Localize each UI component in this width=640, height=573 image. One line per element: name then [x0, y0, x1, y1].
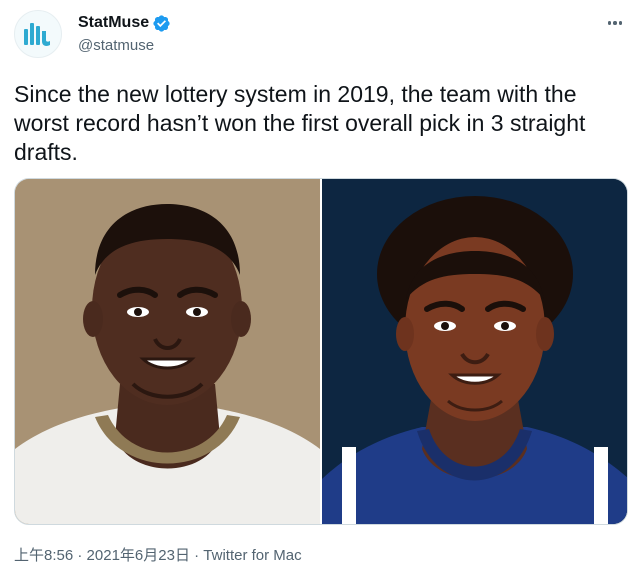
- tweet: StatMuse @statmuse Since the new lottery…: [0, 0, 640, 573]
- more-dot: [618, 21, 623, 25]
- player-illustration-right: [322, 179, 627, 524]
- tweet-text: Since the new lottery system in 2019, th…: [14, 81, 586, 165]
- display-name-row: StatMuse: [78, 12, 171, 34]
- avatar[interactable]: [14, 10, 62, 58]
- player-illustration-left: [15, 179, 320, 524]
- tweet-time[interactable]: 上午8:56: [14, 547, 73, 564]
- display-name[interactable]: StatMuse: [78, 14, 149, 32]
- more-dot: [607, 21, 612, 25]
- more-options-icon[interactable]: [604, 14, 626, 32]
- meta-separator: ·: [73, 547, 87, 564]
- tweet-meta: 上午8:56 · 2021年6月23日 · Twitter for Mac: [14, 544, 302, 565]
- player-right-art: [322, 179, 627, 524]
- statmuse-logo-icon: [24, 23, 50, 46]
- tweet-source[interactable]: Twitter for Mac: [203, 547, 301, 564]
- tweet-date[interactable]: 2021年6月23日: [87, 547, 190, 564]
- handle[interactable]: @statmuse: [78, 37, 171, 54]
- verified-badge-icon: [153, 14, 170, 32]
- tweet-header: StatMuse @statmuse: [12, 8, 628, 60]
- more-dot: [613, 21, 617, 25]
- meta-separator: ·: [189, 547, 204, 564]
- player-left-art: [15, 179, 320, 524]
- tweet-media[interactable]: [14, 178, 628, 525]
- account-names: StatMuse @statmuse: [78, 12, 171, 54]
